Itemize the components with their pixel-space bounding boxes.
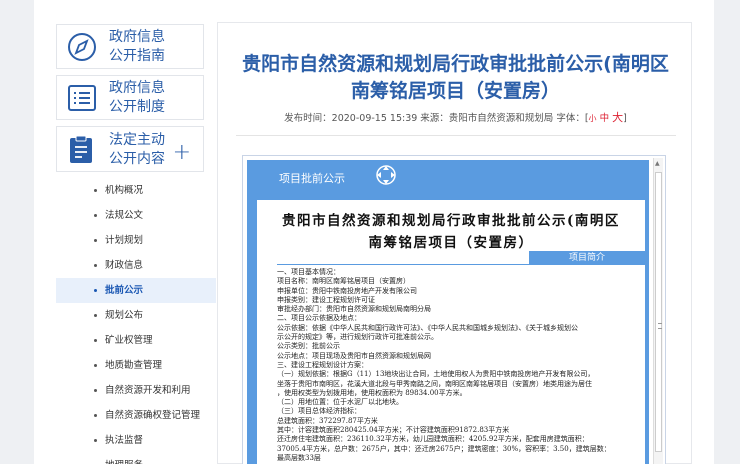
document-paper: 贵阳市自然资源和规划局行政审批批前公示(南明区 南筹铭居项目（安置房） 项目简介…: [257, 200, 645, 464]
font-size-small-link[interactable]: 小: [589, 114, 597, 123]
doc-line: 二、项目公示依据及地点：: [277, 314, 361, 323]
sidebar-card-content[interactable]: 法定主动 公开内容 +: [56, 126, 204, 172]
doc-line: 还迁房住宅建筑面积：236110.32平方米，幼儿园建筑面积：4205.92平方…: [277, 435, 589, 444]
document-header: 项目批前公示: [247, 160, 649, 200]
doc-line: 审批经办部门：贵阳市自然资源和规划局南明分局: [277, 305, 431, 314]
doc-line: 公示地点：项目现场及贵阳市自然资源和规划局网: [277, 351, 431, 360]
doc-line: 总建筑面积：372297.87平方米: [277, 416, 378, 425]
page-title: 贵阳市自然资源和规划局行政审批批前公示(南明区 南筹铭居项目（安置房）: [242, 53, 669, 102]
article-meta: 发布时间：2020-09-15 15:39 来源：贵阳市自然资源和规划局 字体：…: [218, 109, 693, 125]
doc-line: 项目名称：南明区南筹铭居项目（安置房）: [277, 277, 410, 286]
document-title: 贵阳市自然资源和规划局行政审批批前公示(南明区 南筹铭居项目（安置房）: [282, 213, 620, 251]
doc-line: （三）项目总体经济指标：: [277, 407, 361, 416]
doc-line: 申报类别：建设工程规划许可证: [277, 295, 375, 304]
font-size-mid-link[interactable]: 中: [600, 113, 610, 124]
section-tab: 项目简介: [529, 251, 645, 265]
scroll-grip-icon: [658, 323, 662, 329]
doc-line: 示公开的规定》等，进行规划行政许可批准前公示。: [277, 333, 438, 342]
doc-line: 申报单位：贵阳中铁南投房地产开发有限公司: [277, 286, 417, 295]
sidebar-item-regulations[interactable]: 法规公文: [56, 203, 216, 228]
compass-icon: [68, 33, 96, 61]
document-scrollbar[interactable]: ▲: [653, 158, 663, 464]
doc-line: （二）用地位置：位于水泥厂以北地块。: [277, 398, 403, 407]
doc-line: 公示类别：批前公示: [277, 342, 340, 351]
doc-line: 公示依据：依据《中华人民共和国行政许可法》、《中华人民共和国城乡规划法》、《关于…: [277, 323, 578, 332]
sidebar-card-guide-label: 政府信息 公开指南: [109, 29, 165, 64]
list-icon: [68, 85, 96, 111]
sidebar-item-org[interactable]: 机构概况: [56, 178, 216, 203]
sidebar-item-planning[interactable]: 规划公布: [56, 303, 216, 328]
doc-line: 最高层数33层: [277, 453, 321, 462]
announcement-image: 项目批前公示 贵阳市自然资源和规划局行政审批批前公示(南明区 南筹铭居项目（安置…: [242, 155, 666, 464]
sidebar-item-enforcement[interactable]: 执法监督: [56, 428, 216, 453]
document-frame: 项目批前公示 贵阳市自然资源和规划局行政审批批前公示(南明区 南筹铭居项目（安置…: [247, 160, 649, 464]
font-size-large-link[interactable]: 大: [612, 111, 623, 124]
sidebar-item-resources-dev[interactable]: 自然资源开发和利用: [56, 378, 216, 403]
sidebar-card-system-label: 政府信息 公开制度: [109, 80, 165, 115]
move-arrows-icon: [376, 165, 396, 185]
article-panel: 贵阳市自然资源和规划局行政审批批前公示(南明区 南筹铭居项目（安置房） 发布时间…: [217, 22, 692, 464]
sidebar-nav: 机构概况 法规公文 计划规划 财政信息 批前公示 规划公布 矿业权管理 地质勘查…: [56, 178, 216, 464]
doc-line: 三、建设工程规划设计方案：: [277, 360, 368, 369]
doc-line: （一）规划依据：根据G（11）13地块出让合同，土地使用权人为贵阳中铁南投房地产…: [277, 370, 595, 379]
sidebar-item-finance[interactable]: 财政信息: [56, 253, 216, 278]
document-header-title: 项目批前公示: [279, 172, 345, 185]
section-line: [277, 264, 645, 265]
sidebar-card-system[interactable]: 政府信息 公开制度: [56, 75, 204, 120]
scroll-thumb[interactable]: [655, 172, 662, 452]
document-icon: [70, 135, 92, 163]
sidebar-item-plans[interactable]: 计划规划: [56, 228, 216, 253]
sidebar-item-pre-approval[interactable]: 批前公示: [56, 278, 216, 303]
sidebar-item-geo-service[interactable]: 地理服务: [56, 453, 216, 464]
meta-text: 发布时间：2020-09-15 15:39 来源：贵阳市自然资源和规划局 字体：…: [284, 113, 589, 124]
document-body: 一、项目基本情况： 项目名称：南明区南筹铭居项目（安置房） 申报单位：贵阳中铁南…: [277, 268, 643, 463]
doc-line: 坐落于贵阳市南明区，花溪大道北段与甲秀南路之间，南明区南筹铭居项目（安置房）地类…: [277, 379, 592, 388]
sidebar-card-guide[interactable]: 政府信息 公开指南: [56, 24, 204, 69]
sidebar-card-content-label: 法定主动 公开内容: [109, 132, 165, 167]
scroll-up-icon[interactable]: ▲: [655, 160, 660, 167]
sidebar-item-mining[interactable]: 矿业权管理: [56, 328, 216, 353]
doc-line: 一、项目基本情况：: [277, 268, 340, 276]
expand-plus-icon[interactable]: +: [173, 140, 191, 165]
meta-suffix: ]: [623, 113, 627, 124]
sidebar-item-registration[interactable]: 自然资源确权登记管理: [56, 403, 216, 428]
doc-line: 37005.4平方米，总户数：2675户，其中：还迁房2675户；建筑密度：30…: [277, 444, 611, 453]
sidebar-item-geology[interactable]: 地质勘查管理: [56, 353, 216, 378]
doc-line: 其中：计容建筑面积280425.04平方米；不计容建筑面积91872.83平方米: [277, 426, 510, 435]
title-divider: [236, 135, 676, 136]
doc-line: ，使用权类型为划拨用地，使用权面积为 89834.00平方米。: [277, 388, 467, 397]
